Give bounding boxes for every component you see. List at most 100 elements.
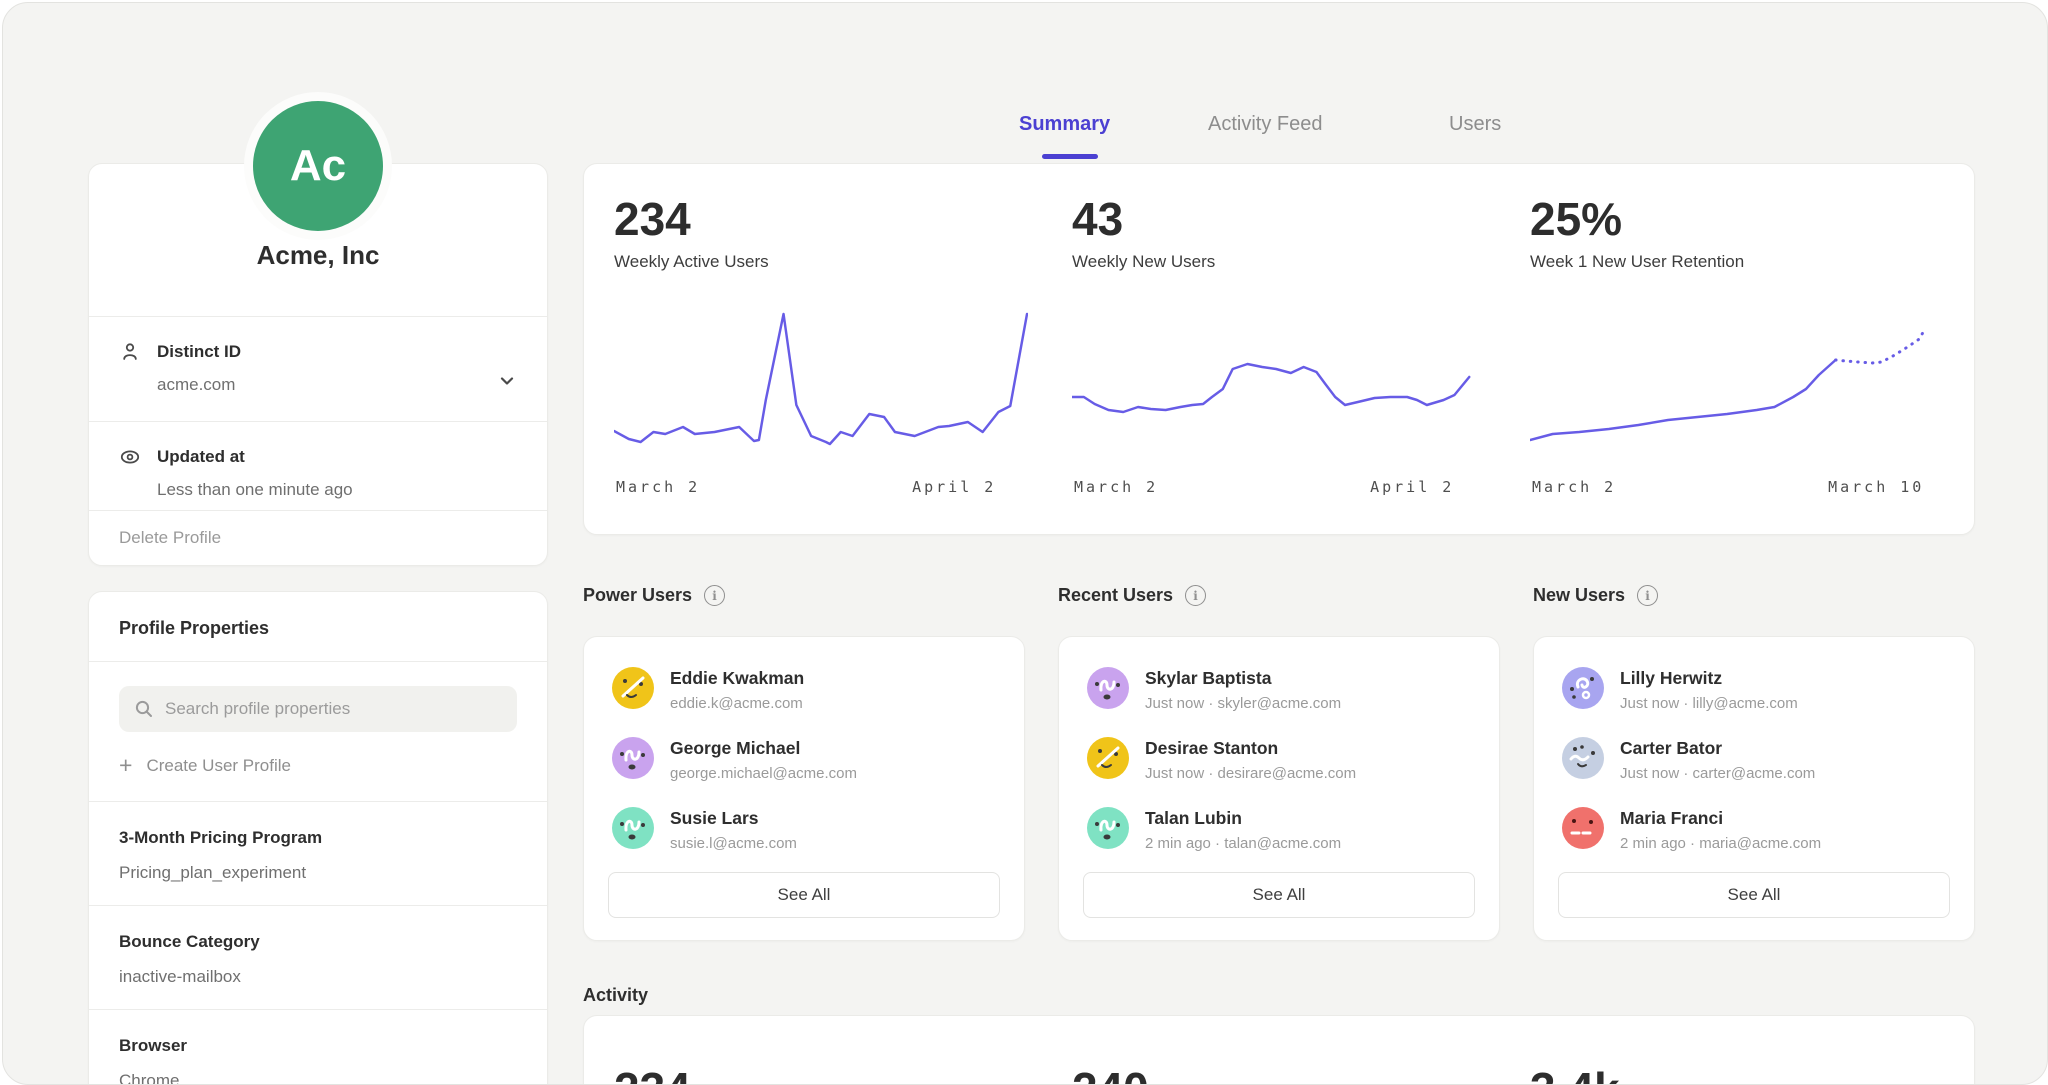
eye-icon [119, 446, 141, 468]
user-subtext: 2 min ago · maria@acme.com [1620, 835, 1821, 852]
flat-face-icon [1562, 807, 1604, 849]
stat-weekly-active-users: 234 Weekly Active Users March 2 April 2 [614, 196, 1028, 534]
property-value: Pricing_plan_experiment [119, 863, 517, 883]
field-label: Updated at [157, 447, 245, 467]
user-row[interactable]: Lilly Herwitz Just now · lilly@acme.com [1562, 667, 1946, 712]
user-name: Maria Franci [1620, 808, 1821, 829]
chevron-down-icon[interactable] [495, 369, 519, 393]
user-subtext: susie.l@acme.com [670, 835, 797, 852]
tab-bar: Summary Activity Feed Users [583, 113, 1975, 163]
info-icon[interactable]: i [1185, 585, 1206, 606]
see-all-button[interactable]: See All [608, 872, 1000, 918]
power-users-header: Power Users i [583, 585, 1025, 606]
activity-section-title: Activity [583, 985, 648, 1006]
activity-stat-value: 3.4k [1530, 1066, 1944, 1085]
x-axis-end-label: April 2 [1370, 478, 1454, 496]
recent-users-header: Recent Users i [1058, 585, 1500, 606]
user-name: Eddie Kwakman [670, 668, 804, 689]
property-value: inactive-mailbox [119, 967, 517, 987]
user-row[interactable]: Skylar Baptista Just now · skyler@acme.c… [1087, 667, 1471, 712]
user-subtext: Just now · carter@acme.com [1620, 765, 1815, 782]
user-row[interactable]: Susie Lars susie.l@acme.com [612, 807, 996, 852]
stat-value: 25% [1530, 196, 1944, 242]
user-subtext: 2 min ago · talan@acme.com [1145, 835, 1341, 852]
squiggle-face-icon [1087, 667, 1129, 709]
property-row: Browser Chrome [89, 1010, 547, 1085]
property-row: 3-Month Pricing Program Pricing_plan_exp… [89, 802, 547, 905]
property-value: Chrome [119, 1071, 517, 1085]
user-cards-row: Eddie Kwakman eddie.k@acme.com George Mi… [583, 636, 1975, 941]
info-icon[interactable]: i [704, 585, 725, 606]
x-axis-start-label: March 2 [1532, 478, 1616, 496]
stat-value: 234 [614, 196, 1028, 242]
power-users-card: Eddie Kwakman eddie.k@acme.com George Mi… [583, 636, 1025, 941]
x-axis-end-label: April 2 [912, 478, 996, 496]
stat-week1-retention: 25% Week 1 New User Retention March 2 Ma… [1530, 196, 1944, 534]
weekly-new-users-chart [1072, 312, 1486, 462]
stat-label: Weekly Active Users [614, 252, 1028, 272]
summary-stats-card: 234 Weekly Active Users March 2 April 2 … [583, 163, 1975, 535]
user-row[interactable]: Maria Franci 2 min ago · maria@acme.com [1562, 807, 1946, 852]
section-title: Recent Users [1058, 585, 1173, 606]
avatar [1087, 737, 1129, 779]
user-name: George Michael [670, 738, 857, 759]
user-subtext: eddie.k@acme.com [670, 695, 804, 712]
activity-card: 234 240 3.4k [583, 1015, 1975, 1085]
new-users-card: Lilly Herwitz Just now · lilly@acme.com … [1533, 636, 1975, 941]
see-all-button[interactable]: See All [1083, 872, 1475, 918]
avatar [1087, 807, 1129, 849]
divider [89, 661, 547, 662]
app-window: Ac Acme, Inc Distinct ID acme.com [2, 2, 2048, 1085]
x-axis: March 2 April 2 [614, 478, 1028, 504]
user-subtext: george.michael@acme.com [670, 765, 857, 782]
delete-profile-button[interactable]: Delete Profile [89, 511, 547, 565]
profile-header: Acme, Inc [89, 164, 547, 316]
user-row[interactable]: Talan Lubin 2 min ago · talan@acme.com [1087, 807, 1471, 852]
tab-users[interactable]: Users [1449, 113, 1501, 136]
user-row[interactable]: Carter Bator Just now · carter@acme.com [1562, 737, 1946, 782]
zigzag-face-icon [1562, 737, 1604, 779]
x-axis-start-label: March 2 [616, 478, 700, 496]
stat-weekly-new-users: 43 Weekly New Users March 2 April 2 [1072, 196, 1486, 534]
activity-stat-value: 240 [1072, 1066, 1486, 1085]
user-row[interactable]: Eddie Kwakman eddie.k@acme.com [612, 667, 996, 712]
stat-label: Weekly New Users [1072, 252, 1486, 272]
field-value: Less than one minute ago [157, 480, 517, 500]
x-axis: March 2 April 2 [1072, 478, 1486, 504]
user-name: Susie Lars [670, 808, 797, 829]
user-row[interactable]: George Michael george.michael@acme.com [612, 737, 996, 782]
property-label: 3-Month Pricing Program [119, 828, 517, 848]
field-label: Distinct ID [157, 342, 241, 362]
search-input[interactable] [119, 686, 517, 732]
avatar [1562, 737, 1604, 779]
x-axis-start-label: March 2 [1074, 478, 1158, 496]
x-axis-end-label: March 10 [1828, 478, 1924, 496]
user-subtext: Just now · lilly@acme.com [1620, 695, 1798, 712]
wink-face-icon [1087, 737, 1129, 779]
see-all-button[interactable]: See All [1558, 872, 1950, 918]
week1-retention-chart [1530, 312, 1944, 462]
create-user-profile-label: Create User Profile [146, 756, 291, 776]
avatar [1087, 667, 1129, 709]
tab-activity-feed[interactable]: Activity Feed [1208, 113, 1322, 136]
user-row[interactable]: Desirae Stanton Just now · desirare@acme… [1087, 737, 1471, 782]
avatar [612, 807, 654, 849]
activity-stat-value: 234 [614, 1066, 1028, 1085]
squiggle-face-icon [612, 807, 654, 849]
profile-properties-title: Profile Properties [89, 592, 547, 661]
create-user-profile-button[interactable]: + Create User Profile [119, 754, 517, 777]
search-wrap [119, 686, 517, 732]
info-icon[interactable]: i [1637, 585, 1658, 606]
plus-icon: + [119, 754, 132, 777]
new-users-header: New Users i [1533, 585, 1975, 606]
tab-summary[interactable]: Summary [1019, 113, 1110, 136]
field-value: acme.com [157, 375, 517, 395]
property-row: Bounce Category inactive-mailbox [89, 906, 547, 1009]
weekly-active-users-chart [614, 312, 1028, 462]
user-name: Desirae Stanton [1145, 738, 1356, 759]
squiggle-face-icon [1087, 807, 1129, 849]
recent-users-card: Skylar Baptista Just now · skyler@acme.c… [1058, 636, 1500, 941]
user-name: Carter Bator [1620, 738, 1815, 759]
profile-card: Ac Acme, Inc Distinct ID acme.com [88, 163, 548, 566]
wink-face-icon [612, 667, 654, 709]
